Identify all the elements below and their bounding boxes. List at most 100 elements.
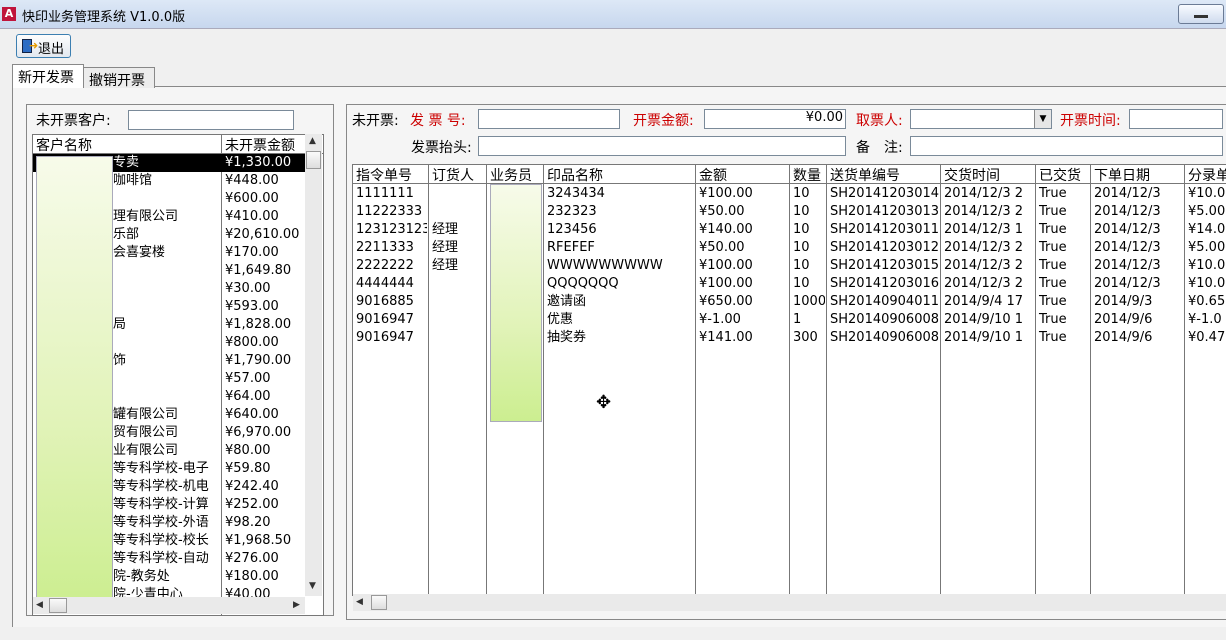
col-header[interactable]: 业务员 — [487, 165, 532, 184]
order-cell: 2014/12/3 1 — [944, 222, 1024, 237]
customer-hscroll[interactable]: ◀ ▶ — [33, 597, 305, 614]
order-cell: 9016947 — [356, 330, 414, 345]
order-cell: ¥10.0 — [1188, 258, 1225, 273]
unbilled-amount-cell: ¥410.00 — [225, 209, 279, 224]
minimize-icon — [1194, 15, 1208, 18]
table-row[interactable]: 4444444 QQQQQQQ ¥100.00 10 SH20141203016 2014… — [353, 275, 1226, 293]
unbilled-amount-cell: ¥242.40 — [225, 479, 279, 494]
table-row[interactable]: 9016947 抽奖券 ¥141.00 300 SH20140906008 2014/9/… — [353, 329, 1226, 347]
customer-name-cell: 等专科学校-自动 — [113, 551, 209, 566]
col-header[interactable]: 金额 — [696, 165, 727, 184]
table-row[interactable]: 1111111 3243434 ¥100.00 10 SH20141203014 2014… — [353, 185, 1226, 203]
order-cell: True — [1039, 330, 1067, 345]
order-cell: 2014/12/3 2 — [944, 258, 1024, 273]
order-cell: 10 — [793, 276, 810, 291]
order-cell: ¥100.00 — [699, 258, 753, 273]
table-row[interactable]: 9016947 优惠 ¥-1.00 1 SH20140906008 2014/9/10 1… — [353, 311, 1226, 329]
tab-new-invoice[interactable]: 新开发票 — [12, 64, 84, 88]
order-cell: True — [1039, 276, 1067, 291]
invoice-no-input[interactable] — [478, 109, 620, 129]
order-cell: 2014/9/6 — [1094, 330, 1153, 345]
order-cell: ¥141.00 — [699, 330, 753, 345]
unbilled-amount-cell: ¥20,610.00 — [225, 227, 300, 242]
customer-name-cell: 理有限公司 — [113, 209, 179, 224]
move-cursor-icon: ✥ — [596, 392, 612, 413]
order-cell: 9016885 — [356, 294, 414, 309]
time-input[interactable] — [1129, 109, 1223, 129]
order-cell: True — [1039, 186, 1067, 201]
col-header[interactable]: 分录单 — [1185, 165, 1226, 184]
order-cell: 11222333 — [356, 204, 423, 219]
order-cell: 1000 — [793, 294, 825, 309]
col-header[interactable]: 印品名称 — [544, 165, 603, 184]
invoice-header-input[interactable] — [478, 136, 846, 156]
header-label: 发票抬头: — [411, 140, 472, 156]
order-cell: True — [1039, 222, 1067, 237]
chevron-down-icon[interactable]: ▼ — [1034, 110, 1051, 128]
order-cell — [429, 311, 485, 329]
app-icon: A — [2, 7, 16, 21]
unbilled-amount-cell: ¥6,970.00 — [225, 425, 292, 440]
amount-input[interactable]: ¥0.00 — [704, 109, 846, 129]
customer-name-cell — [110, 370, 221, 388]
redaction-overlay — [490, 184, 542, 422]
table-row[interactable]: 2222222 经理 WWWWWWWWW ¥100.00 10 SH20141203015… — [353, 257, 1226, 275]
table-row[interactable]: 9016885 邀请函 ¥650.00 1000 SH20140904011 2014/9… — [353, 293, 1226, 311]
order-cell: 2014/12/3 — [1094, 258, 1161, 273]
col-header[interactable]: 已交货 — [1036, 165, 1081, 184]
minimize-button[interactable] — [1178, 4, 1224, 24]
note-input[interactable] — [910, 136, 1223, 156]
order-cell: ¥100.00 — [699, 276, 753, 291]
order-cell: 10 — [793, 204, 810, 219]
col-header[interactable]: 下单日期 — [1091, 165, 1150, 184]
customer-vscroll[interactable]: ▲ ▼ — [305, 134, 322, 596]
taker-select[interactable]: ▼ — [910, 109, 1052, 129]
unbilled-amount-cell: ¥180.00 — [225, 569, 279, 584]
table-row[interactable]: 11222333 232323 ¥50.00 10 SH20141203013 2014/… — [353, 203, 1226, 221]
unbilled-amount-cell: ¥800.00 — [225, 335, 279, 350]
order-cell: ¥50.00 — [699, 204, 745, 219]
order-cell: 1111111 — [356, 186, 414, 201]
col-header[interactable]: 指令单号 — [353, 165, 412, 184]
unbilled-amount-cell: ¥80.00 — [225, 443, 271, 458]
order-cell: 抽奖券 — [547, 330, 587, 345]
table-row[interactable]: 123123123 经理 123456 ¥140.00 10 SH20141203011 2… — [353, 221, 1226, 239]
customer-filter-label: 未开票客户: — [36, 113, 111, 129]
unbilled-amount-cell: ¥57.00 — [225, 371, 271, 386]
customer-name-cell: 饰 — [113, 353, 127, 368]
col-unbilled-amount: 未开票金额 — [225, 138, 295, 154]
unbilled-amount-cell: ¥593.00 — [225, 299, 279, 314]
table-row[interactable]: 2211333 经理 RFEFEF ¥50.00 10 SH20141203012 201… — [353, 239, 1226, 257]
order-cell: 232323 — [547, 204, 597, 219]
order-cell — [429, 203, 485, 221]
unbilled-amount-cell: ¥1,968.50 — [225, 533, 292, 548]
col-header[interactable]: 送货单编号 — [827, 165, 900, 184]
unbilled-amount-cell: ¥1,330.00 — [225, 155, 292, 170]
order-cell: ¥5.00 — [1188, 240, 1225, 255]
orders-hscroll[interactable]: ◀ — [353, 594, 1226, 611]
order-cell — [429, 293, 485, 311]
order-cell: 2222222 — [356, 258, 414, 273]
unbilled-amount-cell: ¥640.00 — [225, 407, 279, 422]
order-cell: QQQQQQQ — [547, 276, 619, 291]
col-header[interactable]: 订货人 — [429, 165, 474, 184]
order-cell: SH20141203013 — [830, 204, 939, 219]
exit-label: 退出 — [38, 42, 65, 57]
order-cell: 邀请函 — [547, 294, 587, 309]
col-header[interactable]: 交货时间 — [941, 165, 1000, 184]
order-cell: SH20140906008 — [830, 312, 939, 327]
arrow-icon: ➜ — [29, 39, 39, 52]
customer-name-cell: 院-教务处 — [113, 569, 170, 584]
customer-name-cell: 等专科学校-电子 — [113, 461, 209, 476]
customer-filter-input[interactable] — [128, 110, 294, 130]
order-cell: True — [1039, 312, 1067, 327]
order-cell: 2014/9/10 1 — [944, 312, 1024, 327]
order-cell — [429, 329, 485, 347]
order-cell: ¥0.47 — [1188, 330, 1225, 345]
tab-cancel-invoice[interactable]: 撤销开票 — [83, 67, 155, 89]
order-cell: 2014/12/3 — [1094, 276, 1161, 291]
order-cell: 4444444 — [356, 276, 414, 291]
col-header[interactable]: 数量 — [790, 165, 821, 184]
unbilled-amount-cell: ¥30.00 — [225, 281, 271, 296]
exit-button[interactable]: ➜ 退出 — [16, 34, 71, 58]
